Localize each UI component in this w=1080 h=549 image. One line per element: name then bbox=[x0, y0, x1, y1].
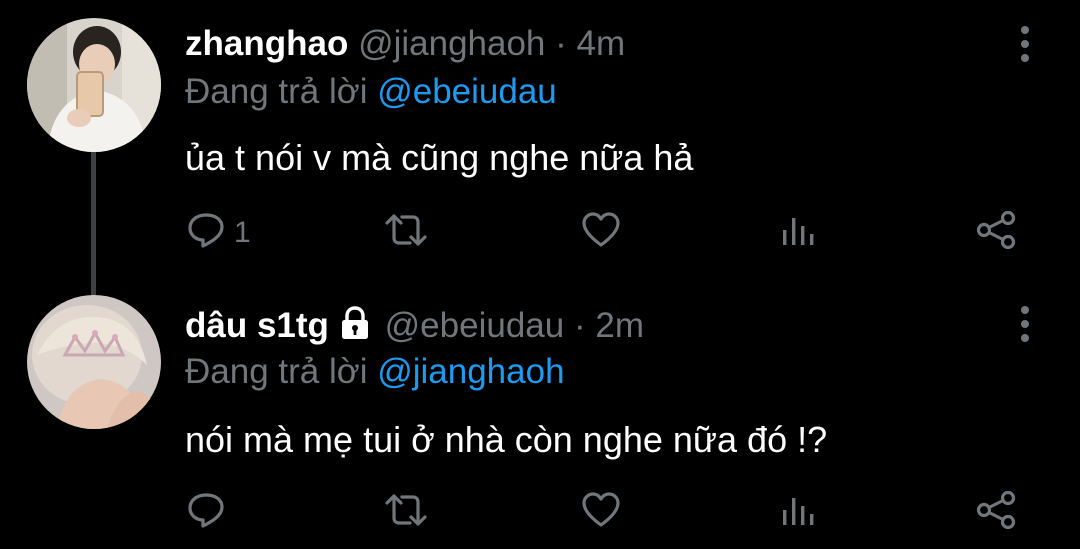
tweet[interactable]: dâu s1tg @ebeiudau · 2m Đang trả lời @ji… bbox=[0, 290, 1080, 549]
tweet[interactable]: zhanghao @jianghaoh · 4m Đang trả lời @e… bbox=[0, 0, 1080, 297]
timestamp[interactable]: 2m bbox=[595, 306, 644, 345]
retweet-button[interactable] bbox=[383, 210, 429, 255]
views-icon bbox=[778, 210, 818, 255]
tweet-header: dâu s1tg @ebeiudau · 2m bbox=[185, 306, 644, 349]
like-button[interactable] bbox=[580, 210, 622, 255]
thread-line bbox=[91, 152, 96, 297]
reply-button[interactable]: 1 bbox=[186, 210, 251, 255]
display-name[interactable]: zhanghao bbox=[185, 24, 348, 63]
replying-to: Đang trả lời @ebeiudau bbox=[185, 72, 557, 112]
mention-link[interactable]: @ebeiudau bbox=[377, 72, 557, 111]
retweet-button[interactable] bbox=[383, 490, 429, 535]
share-icon bbox=[975, 210, 1017, 255]
mention-link[interactable]: @jianghaoh bbox=[377, 352, 564, 391]
replying-to: Đang trả lời @jianghaoh bbox=[185, 352, 565, 392]
tweet-header: zhanghao @jianghaoh · 4m bbox=[185, 24, 625, 64]
share-icon bbox=[975, 490, 1017, 535]
share-button[interactable] bbox=[975, 210, 1017, 255]
retweet-icon bbox=[383, 210, 429, 255]
more-vertical-icon[interactable] bbox=[1013, 24, 1037, 64]
replying-to-label: Đang trả lời bbox=[185, 352, 368, 391]
reply-icon bbox=[186, 210, 226, 255]
heart-icon bbox=[580, 490, 622, 535]
like-button[interactable] bbox=[580, 490, 622, 535]
display-name[interactable]: dâu s1tg bbox=[185, 306, 329, 345]
views-button[interactable] bbox=[778, 490, 818, 535]
tweet-text: nói mà mẹ tui ở nhà còn nghe nữa đó !? bbox=[185, 419, 828, 460]
user-handle[interactable]: @jianghaoh bbox=[358, 24, 545, 63]
retweet-icon bbox=[383, 490, 429, 535]
reply-count: 1 bbox=[234, 215, 251, 249]
timestamp[interactable]: 4m bbox=[577, 24, 626, 63]
tweet-text: ủa t nói v mà cũng nghe nữa hả bbox=[185, 137, 694, 178]
reply-button[interactable] bbox=[186, 490, 234, 535]
views-button[interactable] bbox=[778, 210, 818, 255]
separator-dot: · bbox=[573, 306, 586, 345]
share-button[interactable] bbox=[975, 490, 1017, 535]
views-icon bbox=[778, 490, 818, 535]
separator-dot: · bbox=[555, 24, 567, 63]
lock-icon bbox=[339, 306, 371, 349]
reply-icon bbox=[186, 490, 226, 535]
user-handle[interactable]: @ebeiudau bbox=[385, 306, 565, 345]
heart-icon bbox=[580, 210, 622, 255]
avatar[interactable] bbox=[27, 18, 161, 152]
replying-to-label: Đang trả lời bbox=[185, 72, 368, 111]
avatar[interactable] bbox=[27, 295, 161, 429]
more-vertical-icon[interactable] bbox=[1013, 304, 1037, 344]
